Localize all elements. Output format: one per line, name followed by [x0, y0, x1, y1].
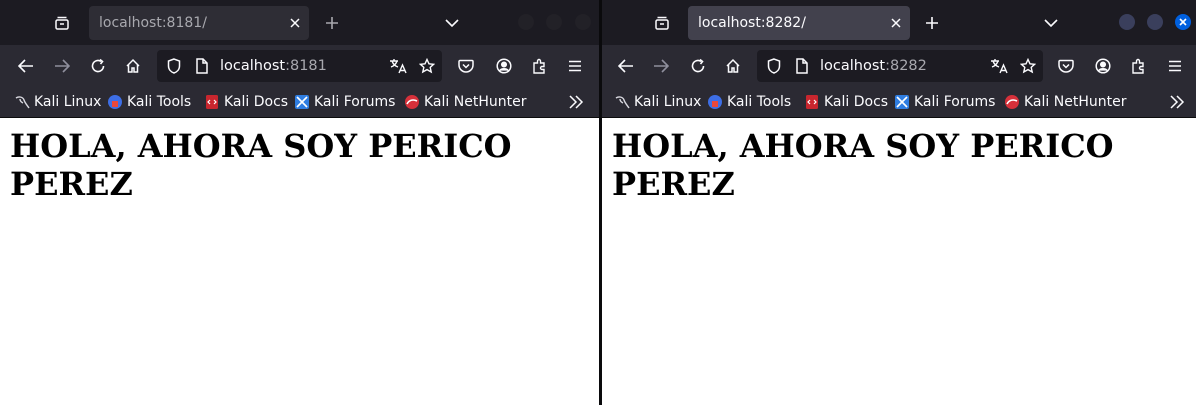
- kali-nethunter-icon: [1004, 94, 1020, 110]
- bookmark-label: Kali Forums: [914, 94, 996, 110]
- tab-bar: localhost:8282/: [602, 0, 1196, 45]
- browser-window-right: localhost:8282/ localhost:8282 Kali Linu…: [602, 0, 1196, 405]
- page-content: HOLA, AHORA SOY PERICO PEREZ: [0, 118, 599, 405]
- bookmark-kali-linux[interactable]: Kali Linux: [14, 92, 101, 112]
- bookmark-label: Kali Docs: [224, 94, 289, 110]
- url-text: localhost:8181: [220, 58, 327, 74]
- minimize-icon[interactable]: [1119, 14, 1135, 30]
- bookmark-label: Kali Linux: [634, 94, 702, 110]
- chevrons-right-icon[interactable]: [1168, 93, 1186, 111]
- star-icon[interactable]: [1019, 57, 1037, 75]
- home-icon[interactable]: [123, 56, 143, 76]
- pocket-icon[interactable]: [1056, 56, 1076, 76]
- kali-docs-icon: [204, 94, 220, 110]
- nav-toolbar: localhost:8282: [602, 45, 1196, 87]
- bookmark-label: Kali Forums: [314, 94, 396, 110]
- close-tab-icon[interactable]: [287, 15, 303, 31]
- shield-icon[interactable]: [765, 57, 783, 75]
- kali-forums-icon: [894, 94, 910, 110]
- account-icon[interactable]: [494, 56, 514, 76]
- bookmark-kali-linux[interactable]: Kali Linux: [614, 92, 701, 112]
- page-icon[interactable]: [193, 57, 211, 75]
- bookmarks-toolbar: Kali Linux Kali Tools Kali Docs Kali For…: [602, 87, 1196, 118]
- bookmark-kali-forums[interactable]: Kali Forums: [294, 92, 395, 112]
- menu-icon[interactable]: [1165, 56, 1185, 76]
- home-icon[interactable]: [723, 56, 743, 76]
- forward-icon[interactable]: [52, 56, 72, 76]
- browser-tab-active[interactable]: localhost:8282/: [688, 6, 910, 40]
- page-heading: HOLA, AHORA SOY PERICO PEREZ: [612, 127, 1114, 203]
- forward-icon[interactable]: [651, 56, 671, 76]
- extensions-icon[interactable]: [530, 56, 550, 76]
- url-bar[interactable]: localhost:8181: [157, 50, 442, 82]
- bookmark-kali-nethunter[interactable]: Kali NetHunter: [1004, 92, 1126, 112]
- nav-toolbar: localhost:8181: [0, 45, 599, 87]
- close-tab-icon[interactable]: [888, 15, 904, 31]
- tab-overview-icon[interactable]: [652, 13, 672, 33]
- chevrons-right-icon[interactable]: [567, 93, 585, 111]
- kali-tools-icon: [107, 94, 123, 110]
- bookmark-label: Kali NetHunter: [424, 94, 527, 110]
- extensions-icon[interactable]: [1129, 56, 1149, 76]
- tab-title: localhost:8181/: [99, 15, 207, 31]
- reload-icon[interactable]: [688, 56, 708, 76]
- bookmark-kali-tools[interactable]: Kali Tools: [707, 92, 791, 112]
- bookmark-label: Kali Linux: [34, 94, 102, 110]
- back-icon[interactable]: [616, 56, 636, 76]
- kali-docs-icon: [804, 94, 820, 110]
- reload-icon[interactable]: [88, 56, 108, 76]
- shield-icon[interactable]: [165, 57, 183, 75]
- pocket-icon[interactable]: [456, 56, 476, 76]
- kali-tools-icon: [707, 94, 723, 110]
- bookmark-kali-forums[interactable]: Kali Forums: [894, 92, 995, 112]
- bookmark-kali-docs[interactable]: Kali Docs: [804, 92, 888, 112]
- translate-icon[interactable]: [990, 57, 1008, 75]
- menu-icon[interactable]: [565, 56, 585, 76]
- bookmarks-toolbar: Kali Linux Kali Tools Kali Docs Kali For…: [0, 87, 599, 118]
- bookmark-label: Kali Tools: [127, 94, 192, 110]
- tab-list-icon[interactable]: [442, 13, 462, 33]
- new-tab-icon[interactable]: [322, 13, 342, 33]
- kali-nethunter-icon: [404, 94, 420, 110]
- kali-forums-icon: [294, 94, 310, 110]
- tab-bar: localhost:8181/: [0, 0, 599, 45]
- bookmark-kali-tools[interactable]: Kali Tools: [107, 92, 191, 112]
- close-window-icon[interactable]: [1175, 14, 1191, 30]
- tab-title: localhost:8282/: [698, 15, 806, 31]
- tab-overview-icon[interactable]: [52, 13, 72, 33]
- url-text: localhost:8282: [820, 58, 927, 74]
- browser-tab-active[interactable]: localhost:8181/: [89, 6, 309, 40]
- bookmark-kali-nethunter[interactable]: Kali NetHunter: [404, 92, 526, 112]
- bookmark-kali-docs[interactable]: Kali Docs: [204, 92, 288, 112]
- back-icon[interactable]: [16, 56, 36, 76]
- kali-dragon-icon: [614, 94, 630, 110]
- maximize-icon[interactable]: [546, 14, 562, 30]
- new-tab-icon[interactable]: [922, 13, 942, 33]
- url-bar[interactable]: localhost:8282: [757, 50, 1043, 82]
- star-icon[interactable]: [418, 57, 436, 75]
- translate-icon[interactable]: [389, 57, 407, 75]
- bookmark-label: Kali Docs: [824, 94, 889, 110]
- minimize-icon[interactable]: [518, 14, 534, 30]
- page-content: HOLA, AHORA SOY PERICO PEREZ: [602, 118, 1196, 405]
- maximize-icon[interactable]: [1147, 14, 1163, 30]
- account-icon[interactable]: [1093, 56, 1113, 76]
- tab-list-icon[interactable]: [1041, 13, 1061, 33]
- close-window-icon[interactable]: [575, 14, 591, 30]
- page-icon[interactable]: [793, 57, 811, 75]
- kali-dragon-icon: [14, 94, 30, 110]
- bookmark-label: Kali Tools: [727, 94, 792, 110]
- page-heading: HOLA, AHORA SOY PERICO PEREZ: [10, 127, 512, 203]
- bookmark-label: Kali NetHunter: [1024, 94, 1127, 110]
- browser-window-left: localhost:8181/ localhost:8181 Kali Linu…: [0, 0, 599, 405]
